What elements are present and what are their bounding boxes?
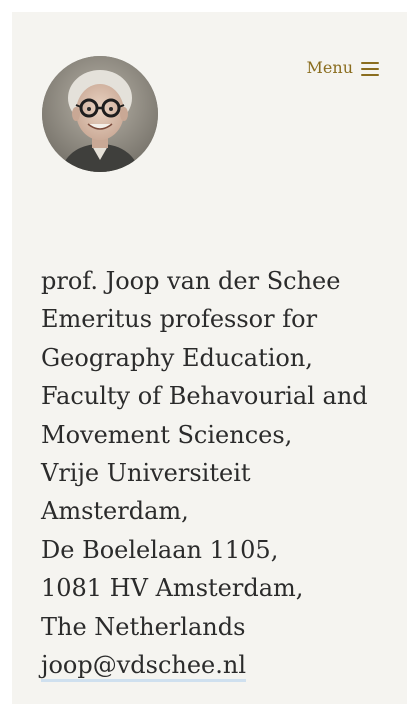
contact-title-line: Vrije Universiteit: [41, 459, 251, 488]
portrait-photo-icon: [42, 56, 158, 172]
contact-city: 1081 HV Amsterdam,: [41, 574, 304, 603]
contact-title-line: Faculty of Behavourial and: [41, 382, 368, 411]
contact-address: prof. Joop van der Schee Emeritus profes…: [41, 262, 391, 684]
menu-button[interactable]: Menu: [307, 58, 379, 78]
hamburger-bar: [361, 73, 379, 76]
contact-title-line: Geography Education,: [41, 343, 313, 372]
menu-label: Menu: [306, 58, 353, 77]
contact-email-line: joop@vdschee.nl: [41, 646, 391, 684]
hamburger-bar: [361, 61, 379, 64]
contact-street: De Boelelaan 1105,: [41, 535, 279, 564]
hamburger-icon: [361, 61, 379, 76]
contact-country: The Netherlands: [41, 612, 246, 641]
contact-title-line: Movement Sciences,: [41, 420, 293, 449]
hamburger-bar: [361, 67, 379, 70]
page-card: Menu prof. Joop van der Schee Emeritus p…: [12, 12, 407, 704]
contact-name: prof. Joop van der Schee: [41, 267, 341, 295]
avatar: [42, 56, 158, 172]
email-link[interactable]: joop@vdschee.nl: [41, 651, 247, 683]
contact-title-line: Amsterdam,: [41, 497, 189, 526]
contact-title-line: Emeritus professor for: [41, 305, 318, 334]
